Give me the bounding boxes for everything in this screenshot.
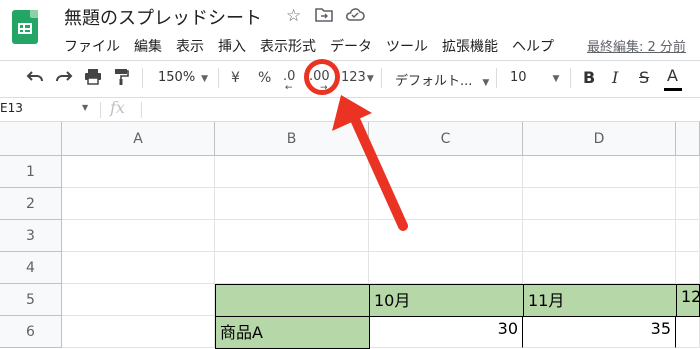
annotation-arrow-icon [332,95,408,231]
